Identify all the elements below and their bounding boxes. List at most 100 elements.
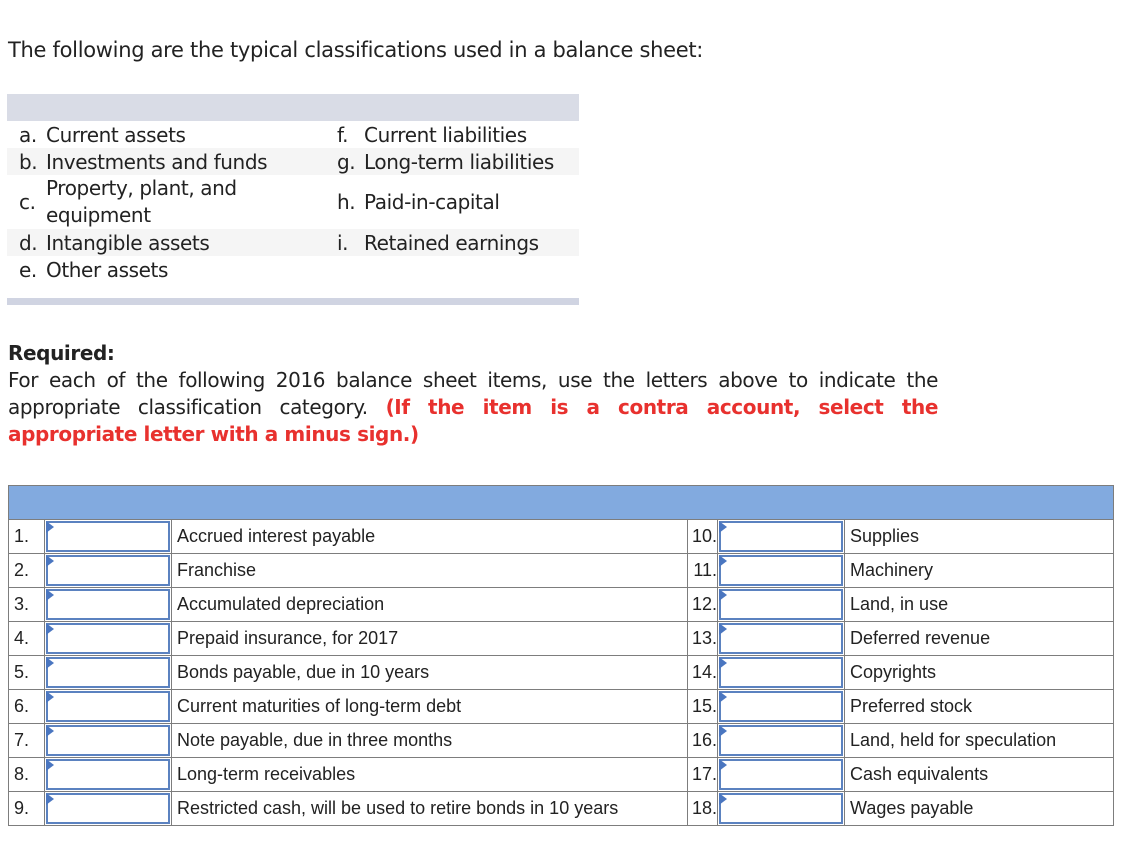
table-row: 6. Current maturities of long-term debt … xyxy=(8,689,1114,724)
answer-input[interactable] xyxy=(719,623,843,654)
items-table: 1. Accrued interest payable 10. Supplies… xyxy=(8,485,1114,826)
dropdown-flag-icon xyxy=(719,691,727,703)
item-description: Note payable, due in three months xyxy=(171,723,688,758)
answer-cell xyxy=(717,587,845,622)
answer-input[interactable] xyxy=(719,725,843,756)
dropdown-flag-icon xyxy=(46,657,54,669)
classification-row: a. Current assets f. Current liabilities xyxy=(7,121,579,148)
classification-right: i. Retained earnings xyxy=(329,229,579,256)
classification-letter: d. xyxy=(19,230,38,255)
classification-left: a. Current assets xyxy=(7,121,329,148)
table-row: 8. Long-term receivables 17. Cash equiva… xyxy=(8,757,1114,792)
table-row: 2. Franchise 11. Machinery xyxy=(8,553,1114,588)
answer-input[interactable] xyxy=(46,657,170,688)
dropdown-flag-icon xyxy=(46,691,54,703)
answer-input[interactable] xyxy=(719,691,843,722)
answer-input[interactable] xyxy=(719,793,843,824)
classification-row: b. Investments and funds g. Long-term li… xyxy=(7,148,579,175)
answer-input[interactable] xyxy=(719,521,843,552)
item-number: 1. xyxy=(8,519,45,554)
classifications-footer xyxy=(7,298,579,305)
item-number: 18. xyxy=(687,791,718,826)
classification-label: Other assets xyxy=(46,257,169,282)
answer-input[interactable] xyxy=(46,589,170,620)
answer-cell xyxy=(717,655,845,690)
classification-label: Current assets xyxy=(46,122,186,147)
item-description: Preferred stock xyxy=(844,689,1114,724)
dropdown-flag-icon xyxy=(719,589,727,601)
items-table-header xyxy=(8,485,1114,520)
table-row: 5. Bonds payable, due in 10 years 14. Co… xyxy=(8,655,1114,690)
answer-cell xyxy=(44,553,172,588)
answer-cell xyxy=(44,621,172,656)
answer-cell xyxy=(717,553,845,588)
classification-right: h. Paid-in-capital xyxy=(329,175,579,229)
item-description: Current maturities of long-term debt xyxy=(171,689,688,724)
item-description: Restricted cash, will be used to retire … xyxy=(171,791,688,826)
classification-right xyxy=(329,256,579,283)
item-description: Deferred revenue xyxy=(844,621,1114,656)
answer-cell xyxy=(44,587,172,622)
answer-cell xyxy=(717,621,845,656)
classification-row: c. Property, plant, and equipment h. Pai… xyxy=(7,175,579,229)
answer-input[interactable] xyxy=(46,793,170,824)
dropdown-flag-icon xyxy=(46,555,54,567)
required-instruction: For each of the following 2016 balance s… xyxy=(8,367,938,448)
dropdown-flag-icon xyxy=(719,759,727,771)
answer-input[interactable] xyxy=(46,623,170,654)
answer-input[interactable] xyxy=(719,555,843,586)
answer-input[interactable] xyxy=(719,759,843,790)
classification-letter: e. xyxy=(19,257,37,282)
classification-letter: h. xyxy=(337,190,356,214)
classification-label: Intangible assets xyxy=(46,230,210,255)
item-number: 12. xyxy=(687,587,718,622)
item-number: 6. xyxy=(8,689,45,724)
dropdown-flag-icon xyxy=(719,555,727,567)
item-description: Land, in use xyxy=(844,587,1114,622)
answer-input[interactable] xyxy=(719,589,843,620)
item-description: Franchise xyxy=(171,553,688,588)
item-number: 7. xyxy=(8,723,45,758)
classification-label: Long-term liabilities xyxy=(364,149,554,174)
answer-input[interactable] xyxy=(46,725,170,756)
answer-input[interactable] xyxy=(46,759,170,790)
classification-label: Property, plant, and equipment xyxy=(46,176,237,227)
dropdown-flag-icon xyxy=(719,793,727,805)
dropdown-flag-icon xyxy=(719,657,727,669)
classification-left: d. Intangible assets xyxy=(7,229,329,256)
answer-input[interactable] xyxy=(46,555,170,586)
intro-text: The following are the typical classifica… xyxy=(8,38,704,62)
answer-input[interactable] xyxy=(719,657,843,688)
item-number: 8. xyxy=(8,757,45,792)
item-number: 3. xyxy=(8,587,45,622)
item-description: Cash equivalents xyxy=(844,757,1114,792)
answer-input[interactable] xyxy=(46,521,170,552)
answer-cell xyxy=(717,723,845,758)
dropdown-flag-icon xyxy=(46,759,54,771)
item-number: 9. xyxy=(8,791,45,826)
answer-cell xyxy=(44,519,172,554)
classification-letter: g. xyxy=(337,149,356,174)
classification-label: Retained earnings xyxy=(364,230,539,255)
answer-cell xyxy=(717,791,845,826)
classification-letter: c. xyxy=(19,190,36,214)
table-row: 1. Accrued interest payable 10. Supplies xyxy=(8,519,1114,554)
answer-cell xyxy=(44,791,172,826)
item-description: Machinery xyxy=(844,553,1114,588)
classification-label: Investments and funds xyxy=(46,149,268,174)
classification-letter: f. xyxy=(337,122,349,147)
classification-left: c. Property, plant, and equipment xyxy=(7,175,329,229)
item-number: 10. xyxy=(687,519,718,554)
item-description: Bonds payable, due in 10 years xyxy=(171,655,688,690)
classification-left: e. Other assets xyxy=(7,256,329,283)
dropdown-flag-icon xyxy=(46,589,54,601)
item-description: Wages payable xyxy=(844,791,1114,826)
classification-right: g. Long-term liabilities xyxy=(329,148,579,175)
table-row: 7. Note payable, due in three months 16.… xyxy=(8,723,1114,758)
answer-cell xyxy=(44,689,172,724)
classification-row: d. Intangible assets i. Retained earning… xyxy=(7,229,579,256)
item-number: 2. xyxy=(8,553,45,588)
answer-input[interactable] xyxy=(46,691,170,722)
item-number: 13. xyxy=(687,621,718,656)
dropdown-flag-icon xyxy=(46,725,54,737)
